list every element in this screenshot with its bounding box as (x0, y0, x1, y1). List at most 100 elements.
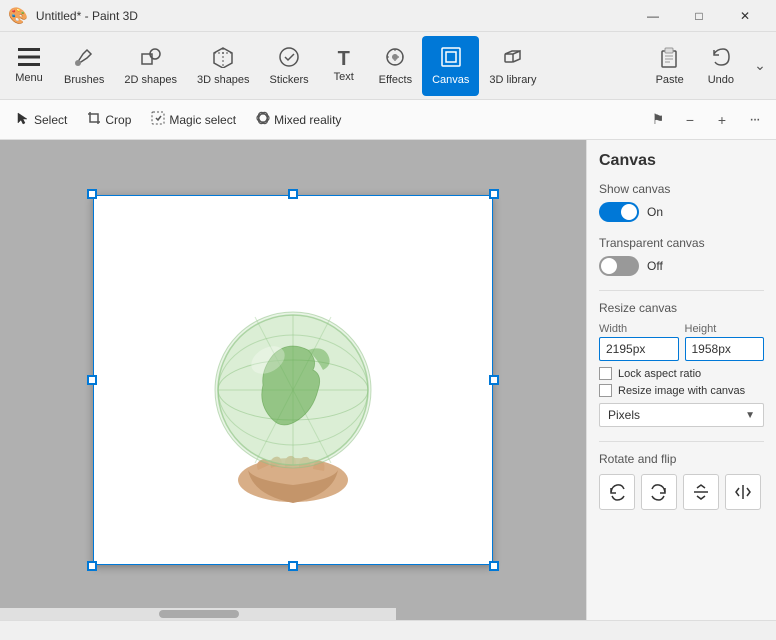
select-tool[interactable]: Select (8, 107, 75, 132)
magic-select-icon (151, 111, 165, 128)
show-canvas-label: Show canvas (599, 182, 764, 196)
transparent-canvas-text: Off (647, 259, 663, 273)
flip-vertical-button[interactable] (683, 474, 719, 510)
dropdown-arrow-icon: ▼ (745, 410, 755, 421)
show-canvas-section: Show canvas On (599, 182, 764, 222)
show-canvas-toggle-row: On (599, 202, 764, 222)
more-icon: ⌄ (754, 57, 766, 74)
mixed-reality-tool[interactable]: Mixed reality (248, 107, 349, 132)
effects-icon (384, 46, 406, 72)
handle-bottom-left[interactable] (87, 561, 97, 571)
resize-canvas-section: Resize canvas Width Height Lock aspect r… (599, 301, 764, 427)
scrollbar-thumb (159, 610, 239, 618)
crop-label: Crop (105, 113, 131, 127)
maximize-button[interactable]: □ (676, 0, 722, 32)
resize-canvas-label: Resize canvas (599, 301, 764, 315)
handle-bottom-middle[interactable] (288, 561, 298, 571)
canvas-area (0, 140, 586, 620)
transparent-canvas-section: Transparent canvas Off (599, 236, 764, 276)
show-canvas-knob (621, 204, 637, 220)
close-button[interactable]: ✕ (722, 0, 768, 32)
unit-label: Pixels (608, 408, 640, 422)
stickers-icon (278, 46, 300, 72)
zoom-out-button[interactable]: − (676, 106, 704, 134)
brushes-label: Brushes (64, 74, 104, 86)
toolbar-item-stickers[interactable]: Stickers (260, 36, 319, 96)
width-input[interactable] (599, 337, 679, 361)
text-icon: T (338, 49, 350, 69)
menu-icon (18, 48, 40, 70)
panel-divider-2 (599, 441, 764, 442)
handle-middle-right[interactable] (489, 375, 499, 385)
secondary-toolbar: Select Crop Magic select Mixed reality ⚑… (0, 100, 776, 140)
resize-image-row: Resize image with canvas (599, 384, 764, 397)
title-bar-controls: — □ ✕ (630, 0, 768, 32)
show-canvas-toggle[interactable] (599, 202, 639, 222)
wh-row: Width Height (599, 323, 764, 361)
undo-label: Undo (708, 74, 734, 86)
panel-divider-1 (599, 290, 764, 291)
toolbar-item-canvas[interactable]: Canvas (422, 36, 479, 96)
crop-icon (87, 111, 101, 128)
rotate-flip-label: Rotate and flip (599, 452, 764, 466)
handle-top-middle[interactable] (288, 189, 298, 199)
brushes-icon (73, 46, 95, 72)
main-layout: Canvas Show canvas On Transparent canvas… (0, 140, 776, 620)
stickers-label: Stickers (270, 74, 309, 86)
flip-horizontal-button[interactable] (725, 474, 761, 510)
toolbar-item-more[interactable]: ⌄ (748, 36, 772, 96)
overflow-button[interactable]: ··· (740, 106, 768, 134)
toolbar-item-menu[interactable]: Menu (4, 36, 54, 96)
height-input[interactable] (685, 337, 765, 361)
crop-tool[interactable]: Crop (79, 107, 139, 132)
rotate-flip-buttons (599, 474, 764, 510)
canvas-scrollbar[interactable] (0, 608, 396, 620)
handle-top-right[interactable] (489, 189, 499, 199)
toolbar-item-paste[interactable]: Paste (646, 36, 694, 96)
title-bar-left: 🎨 Untitled* - Paint 3D (8, 6, 138, 26)
toolbar-item-brushes[interactable]: Brushes (54, 36, 114, 96)
toolbar-item-effects[interactable]: Effects (369, 36, 422, 96)
title-bar: 🎨 Untitled* - Paint 3D — □ ✕ (0, 0, 776, 32)
transparent-canvas-toggle-row: Off (599, 256, 764, 276)
handle-middle-left[interactable] (87, 375, 97, 385)
magic-select-tool[interactable]: Magic select (143, 107, 244, 132)
unit-dropdown[interactable]: Pixels ▼ (599, 403, 764, 427)
secondary-toolbar-right: ⚑ − + ··· (644, 106, 768, 134)
3d-shapes-icon (212, 46, 234, 72)
lock-aspect-checkbox[interactable] (599, 367, 612, 380)
transparent-canvas-knob (601, 258, 617, 274)
toolbar-item-3d-shapes[interactable]: 3D shapes (187, 36, 260, 96)
handle-top-left[interactable] (87, 189, 97, 199)
globe-image (193, 285, 393, 505)
paste-icon (660, 46, 680, 72)
3d-library-label: 3D library (489, 74, 536, 86)
minimize-button[interactable]: — (630, 0, 676, 32)
panel-title: Canvas (599, 152, 764, 170)
flag-button[interactable]: ⚑ (644, 106, 672, 134)
right-panel: Canvas Show canvas On Transparent canvas… (586, 140, 776, 620)
transparent-canvas-label: Transparent canvas (599, 236, 764, 250)
3d-shapes-label: 3D shapes (197, 74, 250, 86)
mixed-reality-label: Mixed reality (274, 113, 341, 127)
toolbar-item-2d-shapes[interactable]: 2D shapes (114, 36, 187, 96)
undo-icon (710, 46, 732, 72)
toolbar-item-undo[interactable]: Undo (698, 36, 744, 96)
height-col: Height (685, 323, 765, 361)
resize-image-checkbox[interactable] (599, 384, 612, 397)
show-canvas-text: On (647, 205, 663, 219)
zoom-in-button[interactable]: + (708, 106, 736, 134)
paste-label: Paste (656, 74, 684, 86)
lock-aspect-row: Lock aspect ratio (599, 367, 764, 380)
rotate-right-button[interactable] (641, 474, 677, 510)
handle-bottom-right[interactable] (489, 561, 499, 571)
toolbar-item-3d-library[interactable]: 3D library (479, 36, 546, 96)
2d-shapes-label: 2D shapes (124, 74, 177, 86)
status-bar (0, 620, 776, 640)
width-col: Width (599, 323, 679, 361)
select-label: Select (34, 113, 67, 127)
transparent-canvas-toggle[interactable] (599, 256, 639, 276)
toolbar-item-text[interactable]: T Text (319, 36, 369, 96)
app-title: Untitled* - Paint 3D (36, 9, 138, 23)
rotate-left-button[interactable] (599, 474, 635, 510)
